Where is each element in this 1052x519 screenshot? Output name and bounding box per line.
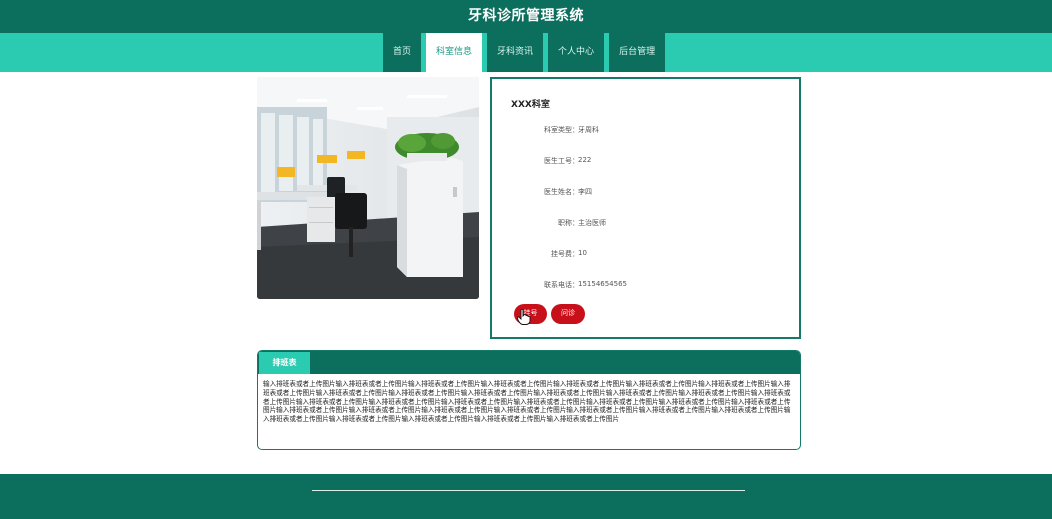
schedule-content: 输入排班表或者上传图片输入排班表或者上传图片输入排班表或者上传图片输入排班表或者… <box>263 380 791 424</box>
site-header: 牙科诊所管理系统 <box>0 0 1052 33</box>
info-row-title: 职称： 主治医师 <box>492 218 792 230</box>
department-name: XXX科室 <box>511 100 550 110</box>
schedule-panel: 排班表 输入排班表或者上传图片输入排班表或者上传图片输入排班表或者上传图片输入排… <box>257 350 801 450</box>
nav-item-dental-news[interactable]: 牙科资讯 <box>487 33 544 72</box>
info-label: 挂号费： <box>551 250 579 258</box>
info-value: 10 <box>578 249 587 257</box>
nav-item-admin[interactable]: 后台管理 <box>609 33 666 72</box>
nav-item-personal-center[interactable]: 个人中心 <box>548 33 605 72</box>
nav-item-department-info[interactable]: 科室信息 <box>426 33 483 72</box>
info-value: 主治医师 <box>578 219 606 227</box>
footer <box>0 474 1052 519</box>
info-row-phone: 联系电话： 15154654565 <box>492 280 792 292</box>
info-row-fee: 挂号费： 10 <box>492 249 792 261</box>
info-label: 联系电话： <box>544 281 579 289</box>
info-row-type: 科室类型： 牙周科 <box>492 125 792 137</box>
schedule-header: 排班表 <box>258 351 800 374</box>
consult-button[interactable]: 问诊 <box>551 304 585 324</box>
footer-divider <box>312 490 745 491</box>
info-value: 222 <box>578 156 592 164</box>
hand-cursor-icon <box>517 309 531 325</box>
info-value: 牙周科 <box>578 126 599 134</box>
site-title: 牙科诊所管理系统 <box>468 8 584 24</box>
info-value: 15154654565 <box>578 280 627 288</box>
department-info-card: XXX科室 科室类型： 牙周科 医生工号： 222 医生姓名： 李四 职称： 主… <box>490 77 801 339</box>
info-label: 医生工号： <box>544 157 579 165</box>
office-image <box>257 77 479 299</box>
info-row-doctor-name: 医生姓名： 李四 <box>492 187 792 199</box>
info-value: 李四 <box>578 188 592 196</box>
info-label: 职称： <box>558 219 579 227</box>
department-photo <box>257 77 479 299</box>
info-row-doctor-id: 医生工号： 222 <box>492 156 792 168</box>
info-label: 医生姓名： <box>544 188 579 196</box>
schedule-tab[interactable]: 排班表 <box>259 352 310 374</box>
main-nav: 首页 科室信息 牙科资讯 个人中心 后台管理 <box>383 33 670 72</box>
info-label: 科室类型： <box>544 126 579 134</box>
nav-item-home[interactable]: 首页 <box>383 33 422 72</box>
nav-bar: 首页 科室信息 牙科资讯 个人中心 后台管理 <box>0 33 1052 72</box>
